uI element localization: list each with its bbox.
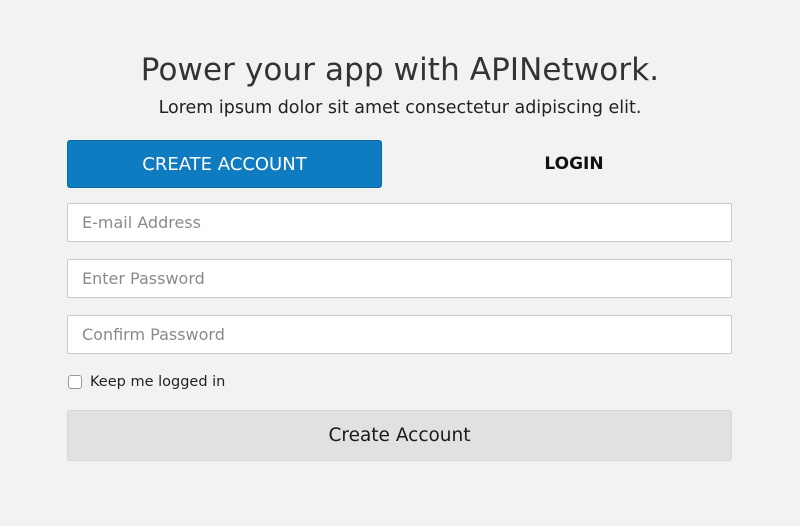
signup-page: Power your app with APINetwork. Lorem ip… [0, 0, 800, 526]
password-field[interactable] [67, 259, 732, 298]
remember-me[interactable]: Keep me logged in [67, 372, 225, 392]
page-title: Power your app with APINetwork. [140, 52, 660, 88]
email-field[interactable] [67, 203, 732, 242]
auth-tabs: CREATE ACCOUNT LOGIN [67, 140, 732, 188]
tab-login[interactable]: LOGIN [407, 140, 741, 188]
tab-create-account[interactable]: CREATE ACCOUNT [67, 140, 382, 188]
remember-me-label: Keep me logged in [90, 374, 226, 390]
remember-me-checkbox[interactable] [68, 375, 82, 389]
confirm-password-field[interactable] [67, 315, 732, 354]
create-account-button[interactable]: Create Account [67, 410, 732, 461]
page-subtitle: Lorem ipsum dolor sit amet consectetur a… [158, 98, 642, 118]
